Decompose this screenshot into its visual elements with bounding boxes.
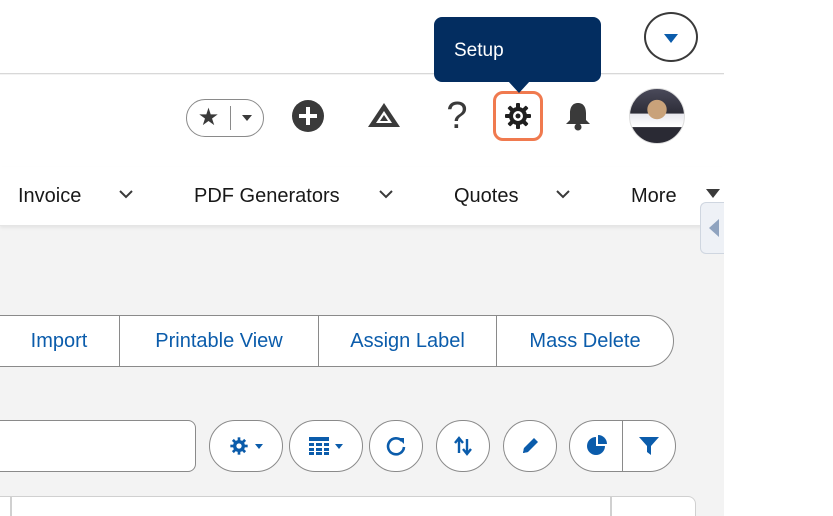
guidance-center-button[interactable] — [364, 95, 404, 137]
top-dropdown-button[interactable] — [644, 12, 698, 62]
filter-button[interactable] — [623, 421, 675, 471]
star-icon[interactable]: ★ — [187, 106, 231, 130]
setup-tooltip: Setup — [434, 17, 601, 93]
app-nav-bar: Invoice PDF Generators Quotes More — [0, 167, 724, 226]
nav-item-invoice[interactable]: Invoice — [18, 183, 81, 209]
refresh-icon — [386, 437, 406, 456]
inline-edit-button[interactable] — [503, 420, 557, 472]
gear-icon — [505, 103, 531, 129]
filter-icon — [639, 437, 659, 455]
column-divider — [10, 497, 12, 516]
chevron-down-icon — [255, 443, 263, 449]
charts-button[interactable] — [570, 421, 623, 471]
setup-button[interactable] — [493, 91, 543, 141]
utility-panel-toggle[interactable] — [700, 202, 724, 254]
chevron-left-icon — [708, 219, 719, 237]
pie-chart-icon — [587, 435, 607, 455]
nav-item-quotes[interactable]: Quotes — [454, 183, 518, 209]
table-icon — [309, 437, 329, 455]
assign-label-button[interactable]: Assign Label — [317, 315, 498, 367]
global-actions-button[interactable] — [288, 95, 328, 137]
trailhead-icon — [368, 103, 400, 127]
blank-margin — [724, 0, 833, 516]
chevron-down-icon[interactable] — [379, 187, 393, 201]
tooltip-arrow — [508, 81, 530, 93]
top-utility-strip — [0, 0, 724, 74]
list-view-controls-button[interactable] — [209, 420, 283, 472]
import-button[interactable]: Import — [0, 315, 121, 367]
chevron-down-icon — [242, 115, 252, 121]
caret-down-icon[interactable] — [706, 189, 720, 198]
chevron-down-icon — [664, 34, 678, 43]
chart-filter-button-group — [569, 420, 676, 472]
favorites-list-button[interactable] — [231, 115, 263, 121]
help-icon: ? — [446, 94, 468, 137]
nav-item-pdf-generators[interactable]: PDF Generators — [194, 183, 340, 209]
gear-icon — [230, 437, 248, 455]
printable-view-button[interactable]: Printable View — [119, 315, 319, 367]
notifications-button[interactable] — [558, 95, 598, 137]
salesforce-app-window: ★ ? Invoice PDF Generators Quotes More I… — [0, 0, 724, 516]
display-as-button[interactable] — [289, 420, 363, 472]
bell-icon — [566, 103, 590, 131]
refresh-button[interactable] — [369, 420, 423, 472]
sort-icon — [454, 436, 472, 456]
list-table-header — [0, 496, 696, 516]
chevron-down-icon — [335, 443, 343, 449]
sort-button[interactable] — [436, 420, 490, 472]
nav-item-more[interactable]: More — [631, 183, 677, 209]
list-action-buttons: Import Printable View Assign Label Mass … — [0, 315, 674, 367]
chevron-down-icon[interactable] — [556, 187, 570, 201]
tooltip-text: Setup — [454, 40, 504, 61]
column-divider — [610, 497, 612, 516]
mass-delete-button[interactable]: Mass Delete — [496, 315, 674, 367]
favorites-button-group[interactable]: ★ — [186, 99, 264, 137]
chevron-down-icon[interactable] — [119, 187, 133, 201]
global-header: ★ ? — [0, 75, 724, 167]
pencil-icon — [523, 438, 538, 453]
plus-circle-icon — [292, 100, 324, 132]
help-button[interactable]: ? — [437, 95, 477, 137]
search-list-input[interactable] — [0, 420, 196, 472]
user-avatar[interactable] — [629, 88, 685, 144]
